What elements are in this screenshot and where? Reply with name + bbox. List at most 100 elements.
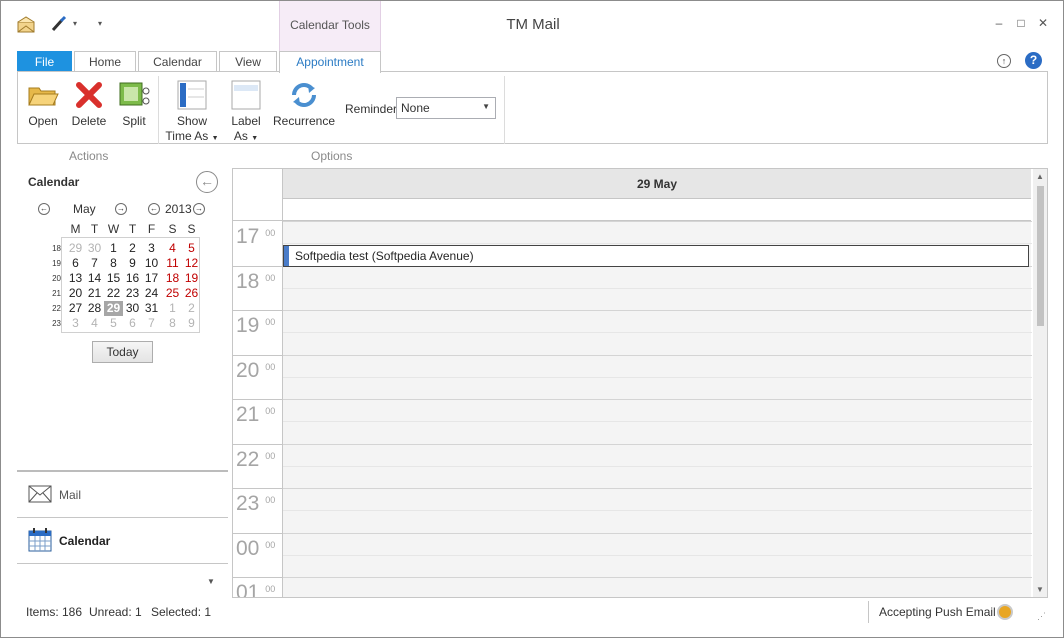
mini-calendar-day[interactable]: 22 [104, 286, 123, 301]
mini-calendar-day[interactable]: 26 [182, 286, 201, 301]
mini-calendar-day[interactable]: 5 [182, 241, 201, 256]
minutes-value: 00 [265, 450, 276, 461]
mini-calendar-day[interactable]: 23 [123, 286, 142, 301]
nav-mail[interactable]: Mail [17, 472, 228, 518]
recurrence-button[interactable]: Recurrence [273, 72, 335, 128]
all-day-row[interactable] [282, 199, 1031, 221]
minimize-button[interactable]: – [991, 15, 1007, 31]
mini-calendar-day[interactable]: 13 [66, 271, 85, 286]
mini-calendar-day[interactable]: 30 [85, 241, 104, 256]
scroll-down-icon[interactable]: ▼ [1036, 585, 1044, 594]
next-month-icon[interactable]: → [115, 203, 127, 215]
mini-calendar-day[interactable]: 20 [66, 286, 85, 301]
day-header[interactable]: 29 May [282, 169, 1031, 199]
mini-calendar-day[interactable]: 9 [182, 316, 201, 331]
mini-calendar-day[interactable]: 9 [123, 256, 142, 271]
tab-file[interactable]: File [17, 51, 72, 72]
appointment-item[interactable]: Softpedia test (Softpedia Avenue) [283, 245, 1029, 267]
tab-view[interactable]: View [219, 51, 277, 72]
mini-calendar-day[interactable]: 15 [104, 271, 123, 286]
chevron-down-icon: ▼ [251, 135, 259, 142]
mini-calendar-day[interactable]: 24 [142, 286, 161, 301]
vertical-scrollbar[interactable]: ▲ ▼ [1033, 169, 1047, 597]
hour-gridline [283, 532, 1032, 534]
collapse-navpane-icon[interactable]: ← [196, 171, 218, 193]
mini-calendar-day[interactable]: 30 [123, 301, 142, 316]
split-button[interactable]: Split [116, 72, 152, 128]
open-button[interactable]: Open [24, 72, 62, 128]
mini-calendar-day[interactable]: 2 [123, 241, 142, 256]
week-number[interactable]: 19 [47, 259, 61, 268]
mini-calendar-day[interactable]: 7 [142, 316, 161, 331]
mini-calendar-day[interactable]: 29 [104, 301, 123, 316]
prev-month-icon[interactable]: ← [38, 203, 50, 215]
week-number[interactable]: 20 [47, 274, 61, 283]
next-year-icon[interactable]: → [193, 203, 205, 215]
week-number[interactable]: 21 [47, 289, 61, 298]
hour-value: 22 [236, 447, 260, 471]
mini-calendar-day[interactable]: 29 [66, 241, 85, 256]
mini-calendar-day[interactable]: 11 [163, 256, 182, 271]
close-button[interactable]: ✕ [1035, 15, 1051, 31]
mini-calendar-day[interactable]: 6 [123, 316, 142, 331]
prev-year-icon[interactable]: ← [148, 203, 160, 215]
mini-calendar-day[interactable]: 4 [85, 316, 104, 331]
mini-calendar-day[interactable]: 17 [142, 271, 161, 286]
time-ruler: 17 00 18 00 19 00 20 00 21 00 22 00 23 00 00 00… [233, 221, 282, 598]
hour-gridline [283, 443, 1032, 445]
mini-calendar-day[interactable]: 16 [123, 271, 142, 286]
mini-cal-year: 2013 [165, 202, 192, 216]
mini-calendar-day[interactable]: 27 [66, 301, 85, 316]
week-number[interactable]: 22 [47, 304, 61, 313]
mini-calendar-day[interactable]: 6 [66, 256, 85, 271]
reminder-select[interactable]: None ▼ [396, 97, 496, 119]
mini-calendar-day[interactable]: 12 [182, 256, 201, 271]
tab-home[interactable]: Home [74, 51, 136, 72]
tab-appointment[interactable]: Appointment [279, 51, 381, 73]
show-time-as-button[interactable]: Show Time As ▼ [164, 72, 220, 143]
week-number[interactable]: 18 [47, 244, 61, 253]
scrollbar-thumb[interactable] [1037, 186, 1044, 326]
mini-calendar-day[interactable]: 14 [85, 271, 104, 286]
resize-grip-icon[interactable]: ⋰ [1037, 611, 1046, 622]
mini-calendar-day[interactable]: 1 [104, 241, 123, 256]
minutes-value: 00 [265, 361, 276, 372]
recurrence-label: Recurrence [273, 114, 336, 128]
hour-value: 00 [236, 536, 260, 560]
mini-calendar-day[interactable]: 18 [163, 271, 182, 286]
hour-value: 23 [236, 492, 260, 515]
today-button[interactable]: Today [92, 341, 153, 363]
mini-calendar-day[interactable]: 2 [182, 301, 201, 316]
mini-calendar-day[interactable]: 19 [182, 271, 201, 286]
nav-calendar[interactable]: Calendar [17, 518, 228, 564]
configure-buttons-icon[interactable]: ▼ [207, 577, 215, 586]
mini-calendar-day[interactable]: 31 [142, 301, 161, 316]
half-hour-gridline [283, 332, 1032, 334]
hour-value: 01 [236, 581, 260, 598]
mini-calendar-day[interactable]: 8 [163, 316, 182, 331]
mini-calendar-day[interactable]: 10 [142, 256, 161, 271]
mini-calendar-day[interactable]: 1 [163, 301, 182, 316]
mini-calendar-day[interactable]: 25 [163, 286, 182, 301]
hour-divider [233, 265, 282, 267]
mini-calendar-day[interactable]: 8 [104, 256, 123, 271]
week-number[interactable]: 23 [47, 319, 61, 328]
mini-calendar-day[interactable]: 21 [85, 286, 104, 301]
mini-calendar-day[interactable]: 5 [104, 316, 123, 331]
label-as-button[interactable]: Label As ▼ [226, 72, 266, 143]
status-separator [868, 601, 869, 623]
mini-calendar-day[interactable]: 28 [85, 301, 104, 316]
collapse-ribbon-icon[interactable]: ↑ [997, 54, 1011, 68]
maximize-button[interactable]: □ [1013, 15, 1029, 31]
ribbon: Open Delete Split Show Time As ▼ Label A… [17, 71, 1048, 144]
help-icon[interactable]: ? [1025, 52, 1042, 69]
scroll-up-icon[interactable]: ▲ [1036, 172, 1044, 181]
mini-calendar-day[interactable]: 7 [85, 256, 104, 271]
delete-button[interactable]: Delete [70, 72, 108, 128]
tab-calendar[interactable]: Calendar [138, 51, 217, 72]
mini-calendar-day[interactable]: 3 [142, 241, 161, 256]
delete-label: Delete [71, 114, 107, 128]
day-column[interactable] [282, 221, 1032, 597]
mini-calendar-day[interactable]: 3 [66, 316, 85, 331]
mini-calendar-day[interactable]: 4 [163, 241, 182, 256]
